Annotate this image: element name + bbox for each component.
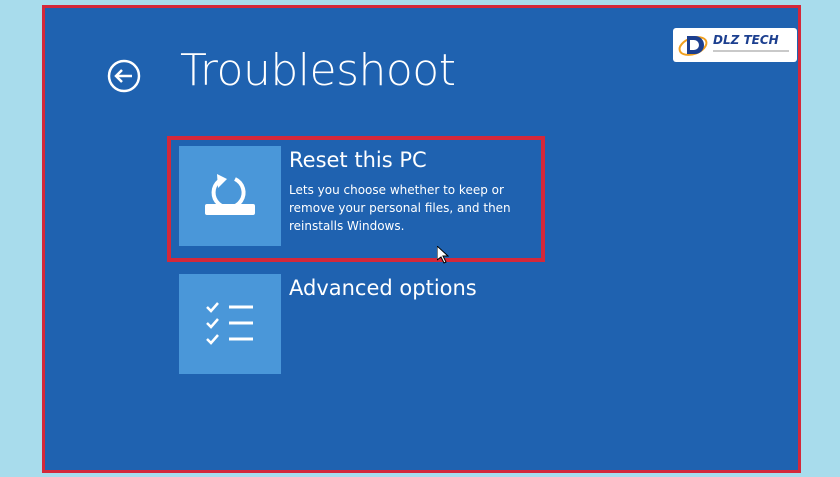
reset-pc-tile: [179, 146, 281, 246]
advanced-options-title: Advanced options: [289, 276, 477, 300]
page-title: Troubleshoot: [180, 45, 456, 96]
checklist-icon: [206, 302, 253, 345]
logo-tagline: [713, 50, 789, 52]
back-arrow-icon: [107, 59, 141, 93]
advanced-options-option[interactable]: Advanced options: [179, 274, 549, 378]
dlz-logo-mark-icon: [678, 36, 708, 56]
troubleshoot-screen: Troubleshoot Reset this PC Lets you choo…: [42, 5, 801, 473]
dlz-tech-logo: DLZ TECH: [673, 28, 797, 62]
mouse-cursor-icon: [437, 246, 449, 264]
reset-pc-icon: [205, 174, 255, 215]
reset-this-pc-option[interactable]: Reset this PC Lets you choose whether to…: [179, 146, 549, 250]
advanced-options-tile: [179, 274, 281, 374]
reset-this-pc-description: Lets you choose whether to keep or remov…: [289, 183, 511, 233]
logo-text: DLZ TECH: [713, 33, 779, 47]
reset-this-pc-title: Reset this PC: [289, 148, 427, 172]
back-button[interactable]: [107, 59, 141, 93]
